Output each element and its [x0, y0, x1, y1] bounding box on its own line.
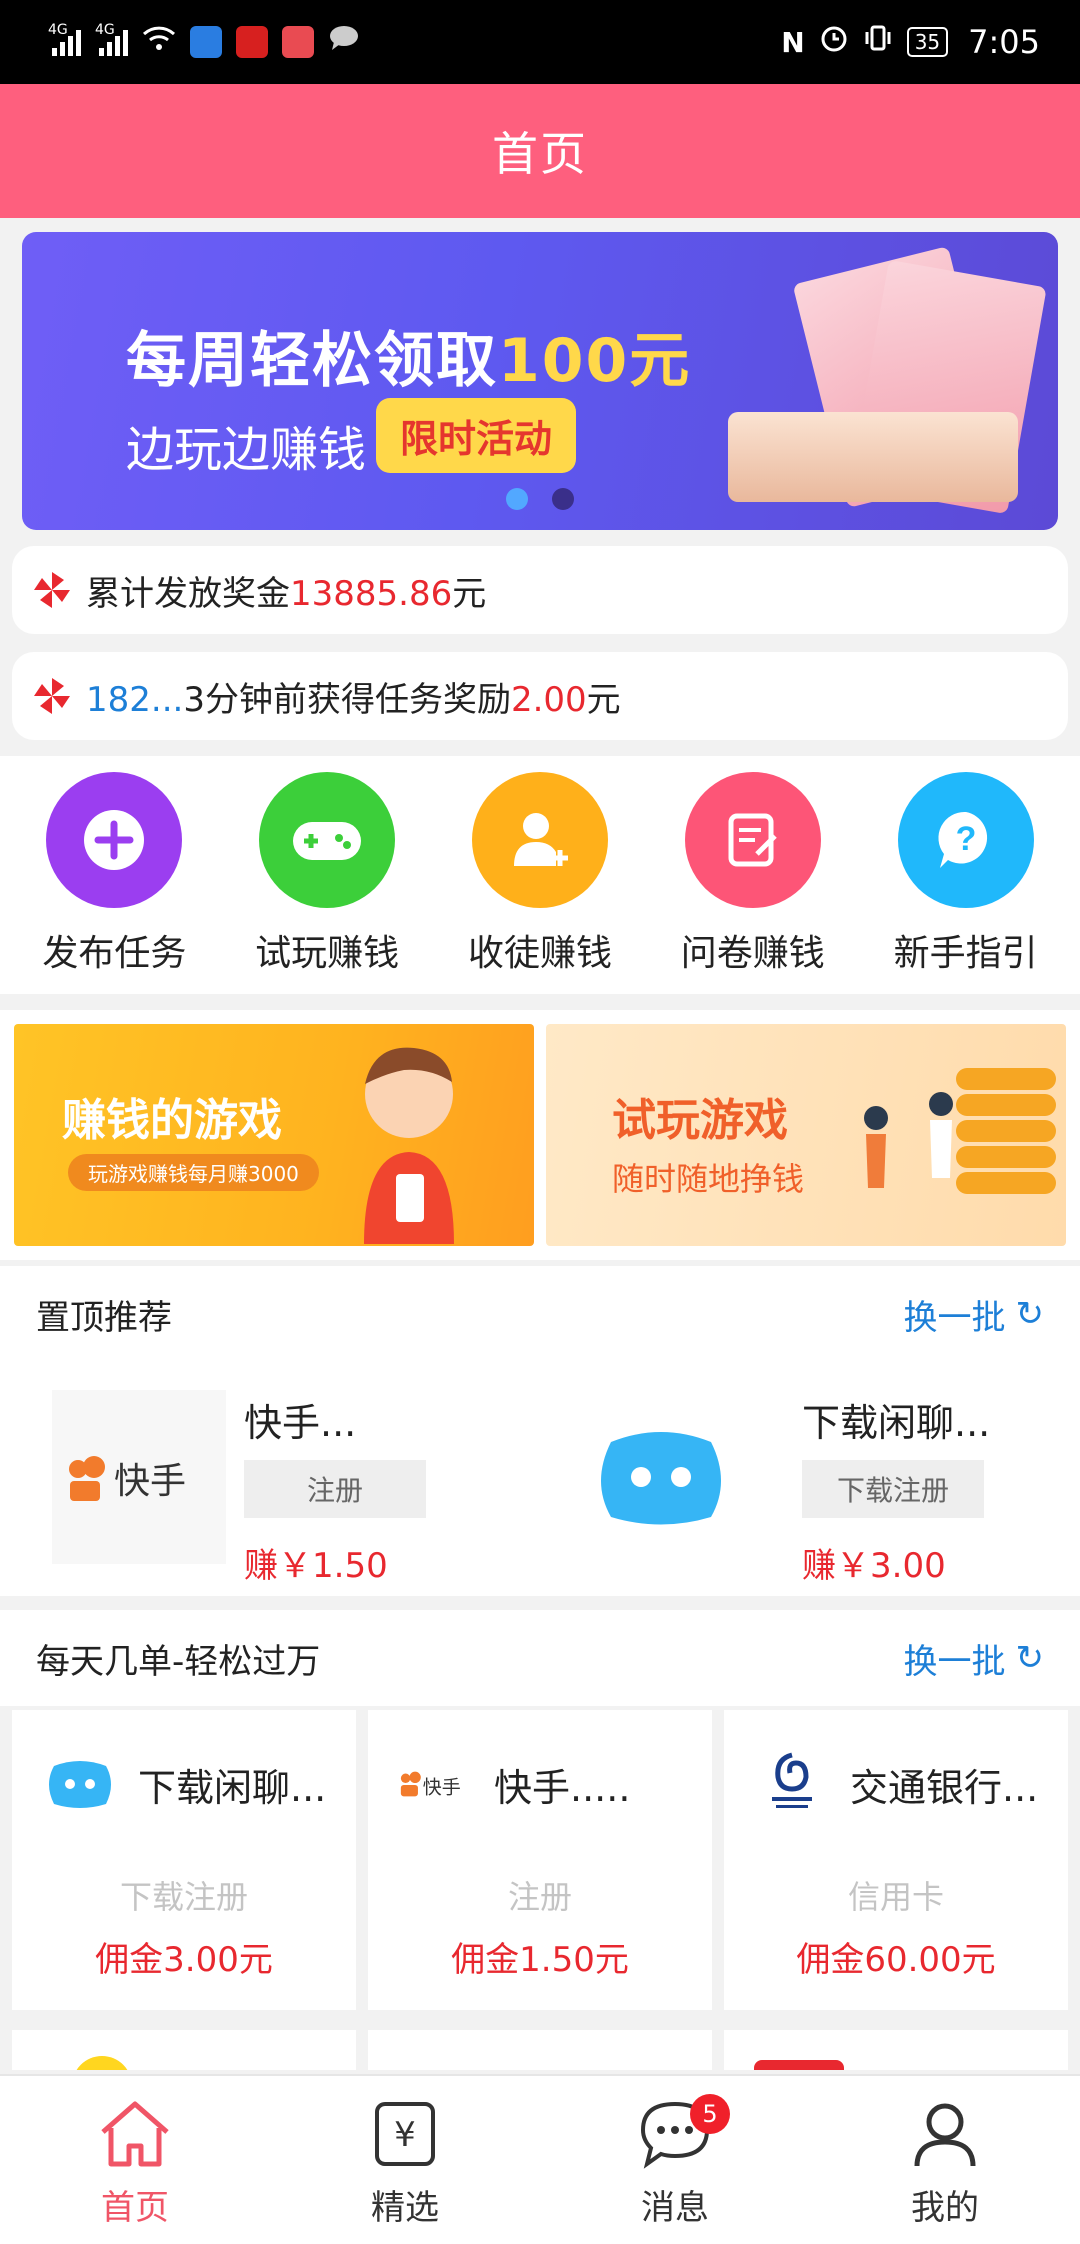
tab-featured[interactable]: ¥ 精选 [270, 2076, 540, 2244]
status-left: 4G 4G [48, 22, 360, 60]
promo-carousel[interactable]: 每周轻松领取100元 边玩边赚钱 限时活动 [22, 232, 1058, 530]
kuaishou-logo: 快手 [398, 1746, 474, 1822]
chat-bubble-icon [328, 24, 360, 60]
promo-banner-trial-game[interactable]: 试玩游戏 随时随地挣钱 [546, 1024, 1066, 1246]
help-icon: ? [897, 772, 1034, 908]
refresh-batch-button[interactable]: 换一批 ↻ [904, 1634, 1045, 1683]
app-header: 首页 [0, 84, 1080, 218]
xianliao-logo [574, 1390, 748, 1564]
add-user-icon [471, 772, 608, 908]
red-app-icon [236, 26, 268, 58]
task-card[interactable]: 下载闲聊... 下载注册 赚￥3.00 [530, 1362, 1050, 1586]
task-card[interactable]: 快手 快手... 注册 赚￥1.50 [8, 1362, 528, 1586]
signal-icon-2: 4G [95, 22, 128, 56]
user-icon [909, 2098, 981, 2174]
boy-phone-illustration [364, 1047, 454, 1244]
quick-actions: 发布任务 试玩赚钱 收徒赚钱 问卷赚钱 ? 新手指引 [0, 756, 1080, 994]
pinwheel-icon [32, 676, 72, 716]
page-title: 首页 [492, 127, 588, 181]
pinwheel-icon [32, 570, 72, 610]
chart-app-icon [282, 26, 314, 58]
task-card-partial[interactable] [368, 2030, 712, 2070]
quick-action-publish-task[interactable]: 发布任务 [19, 756, 209, 994]
register-button[interactable]: 注册 [244, 1460, 426, 1518]
daily-tasks-grid-row-2 [0, 2030, 1080, 2070]
refresh-batch-button[interactable]: 换一批 ↻ [904, 1290, 1045, 1339]
promo-banner-money-game[interactable]: 赚钱的游戏 玩游戏赚钱每月赚3000 [14, 1024, 534, 1246]
bank-of-communications-logo [754, 1746, 830, 1822]
unread-badge: 5 [690, 2094, 730, 2134]
quick-action-guide[interactable]: ? 新手指引 [871, 756, 1061, 994]
carousel-dot-2[interactable] [552, 488, 574, 510]
carousel-dot-1[interactable] [506, 488, 528, 510]
survey-edit-icon [684, 772, 821, 908]
top-recommend-header: 置顶推荐 换一批 ↻ [0, 1266, 1080, 1362]
cash-illustration [728, 246, 1047, 515]
bottom-tab-bar: 首页 ¥ 精选 5 消息 我的 [0, 2074, 1080, 2244]
svg-text:快手: 快手 [423, 1777, 461, 1799]
daily-tasks-grid: 下载闲聊... 下载注册 佣金3.00元 快手 快手..... 注册 佣金1.5… [0, 1710, 1080, 2010]
reward-ticker: 182...3分钟前获得任务奖励2.00元 [12, 652, 1068, 740]
quick-action-survey[interactable]: 问卷赚钱 [658, 756, 848, 994]
signal-icon: 4G [48, 22, 81, 56]
svg-text:¥: ¥ [394, 2115, 416, 2155]
download-register-button[interactable]: 下载注册 [802, 1460, 984, 1518]
home-icon [95, 2098, 175, 2174]
refresh-icon: ↻ [1015, 1294, 1045, 1334]
ticker-text: 累计发放奖金13885.86元 [86, 573, 487, 614]
ticker-text: 182...3分钟前获得任务奖励2.00元 [86, 679, 621, 720]
battery-icon: 35 [906, 27, 949, 57]
nfc-icon: N [781, 25, 805, 59]
svg-text:?: ? [955, 820, 976, 858]
daily-tasks-header: 每天几单-轻松过万 换一批 ↻ [0, 1610, 1080, 1706]
coins-illustration [864, 1068, 1056, 1194]
section-title: 每天几单-轻松过万 [36, 1641, 321, 1682]
section-title: 置顶推荐 [36, 1297, 172, 1338]
task-card[interactable]: 下载闲聊... 下载注册 佣金3.00元 [12, 1710, 356, 2010]
alarm-icon [819, 23, 849, 61]
yen-square-icon: ¥ [369, 2098, 441, 2174]
tab-messages[interactable]: 5 消息 [540, 2076, 810, 2244]
svg-text:快手: 快手 [114, 1461, 186, 1502]
promo-banners: 赚钱的游戏 玩游戏赚钱每月赚3000 试玩游戏 随时随地挣钱 [0, 1010, 1080, 1260]
task-card[interactable]: 快手 快手..... 注册 佣金1.50元 [368, 1710, 712, 2010]
shield-app-icon [190, 26, 222, 58]
carousel-indicator [22, 488, 1058, 510]
banner-tag: 限时活动 [376, 398, 577, 473]
banner-headline: 每周轻松领取100元 [126, 326, 692, 396]
quick-action-recruit[interactable]: 收徒赚钱 [445, 756, 635, 994]
daily-tasks-section: 每天几单-轻松过万 换一批 ↻ [0, 1610, 1080, 1706]
xianliao-logo [42, 1746, 118, 1822]
banner-subtitle: 边玩边赚钱 [126, 422, 367, 478]
vibrate-icon [863, 23, 893, 61]
task-card[interactable]: 交通银行... 信用卡 佣金60.00元 [724, 1710, 1068, 2010]
wifi-icon [142, 24, 176, 60]
refresh-icon: ↻ [1015, 1638, 1045, 1678]
task-card-partial[interactable] [724, 2030, 1068, 2070]
quick-action-trial-play[interactable]: 试玩赚钱 [232, 756, 422, 994]
tab-home[interactable]: 首页 [0, 2076, 270, 2244]
clock: 7:05 [968, 23, 1040, 61]
tab-profile[interactable]: 我的 [810, 2076, 1080, 2244]
top-recommend-section: 置顶推荐 换一批 ↻ 快手 快手... 注册 赚￥1.50 下载闲聊... 下载注… [0, 1266, 1080, 1596]
gamepad-icon [259, 772, 396, 908]
status-bar: 4G 4G N 35 7:05 [0, 0, 1080, 84]
status-right: N 35 7:05 [781, 23, 1040, 61]
plus-icon [46, 772, 183, 908]
kuaishou-logo: 快手 [52, 1390, 226, 1564]
task-card-partial[interactable] [12, 2030, 356, 2070]
total-bonus-ticker: 累计发放奖金13885.86元 [12, 546, 1068, 634]
